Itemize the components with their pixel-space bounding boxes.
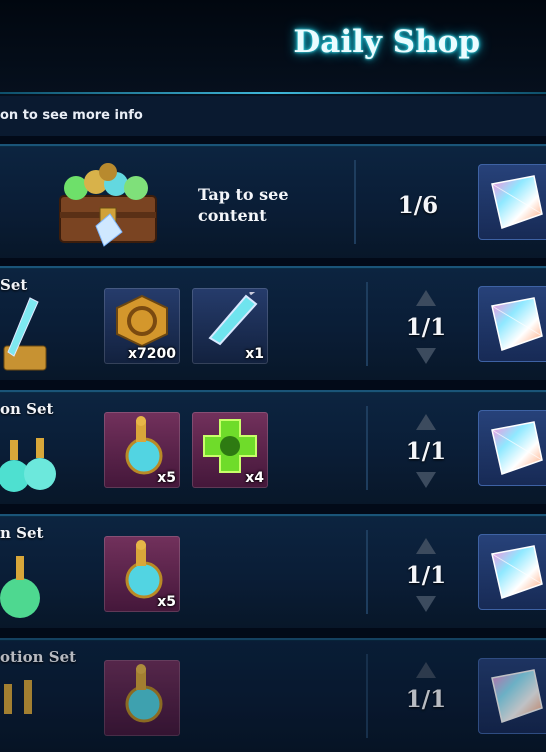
shop-row-set-4[interactable]: otion Set 1/1 (0, 638, 546, 752)
gold-emblem-icon (116, 294, 168, 348)
decrease-arrow[interactable] (416, 596, 436, 612)
shop-row-set-3[interactable]: n Set x5 1/1 (0, 514, 546, 628)
rainbow-crystal-icon (491, 545, 543, 599)
tap-to-see-content: Tap to see content (198, 185, 289, 225)
bundle-preview-icon (0, 438, 56, 492)
decrease-arrow[interactable] (416, 472, 436, 488)
increase-arrow[interactable] (416, 414, 436, 430)
increase-arrow[interactable] (416, 290, 436, 306)
item-quantity: x7200 (128, 346, 176, 362)
shop-row-set-1[interactable]: Set x7200 x1 1/1 (0, 266, 546, 380)
purchase-count: 1/1 (405, 438, 447, 465)
row-title: n Set (0, 524, 44, 542)
row-title: on Set (0, 400, 54, 418)
buy-button[interactable] (478, 286, 546, 362)
purchase-count: 1/1 (405, 314, 447, 341)
green-cross-icon (203, 419, 257, 473)
bundle-preview-icon (0, 556, 40, 618)
purchase-count: 1/1 (405, 562, 447, 589)
row-divider (366, 406, 368, 490)
item-slot[interactable] (104, 660, 180, 736)
crystal-syringe-icon (208, 292, 258, 346)
row-divider (366, 654, 368, 738)
item-slot[interactable]: x5 (104, 536, 180, 612)
purchase-count: 1/6 (397, 192, 439, 219)
item-slot[interactable]: x5 (104, 412, 180, 488)
bundle-preview-icon (4, 680, 32, 714)
treasure-chest-icon (59, 163, 157, 247)
shop-row-chest[interactable]: Tap to see content 1/6 (0, 144, 546, 258)
potion-flask-icon (125, 540, 163, 599)
rainbow-crystal-icon (491, 297, 543, 351)
header-divider (0, 92, 546, 94)
buy-button[interactable] (478, 410, 546, 486)
row-title: Set (0, 276, 28, 294)
row-title: otion Set (0, 648, 77, 666)
hint-text: on to see more info (0, 108, 143, 123)
increase-arrow[interactable] (416, 662, 436, 678)
buy-button[interactable] (478, 658, 546, 734)
purchase-count: 1/1 (405, 686, 447, 713)
item-quantity: x1 (245, 346, 264, 362)
potion-flask-icon (125, 416, 163, 475)
row-divider (366, 530, 368, 614)
rainbow-crystal-icon (491, 669, 543, 723)
item-quantity: x4 (245, 470, 264, 486)
bundle-preview-icon (3, 297, 47, 371)
shop-row-set-2[interactable]: on Set x5 x4 1/1 (0, 390, 546, 504)
item-slot[interactable]: x7200 (104, 288, 180, 364)
item-slot[interactable]: x1 (192, 288, 268, 364)
buy-button[interactable] (478, 534, 546, 610)
rainbow-crystal-icon (491, 421, 543, 475)
buy-button[interactable] (478, 164, 546, 240)
header-bar: Daily Shop (0, 0, 546, 96)
potion-flask-icon (125, 664, 163, 723)
item-quantity: x5 (157, 470, 176, 486)
decrease-arrow[interactable] (416, 348, 436, 364)
page-title: Daily Shop (293, 24, 480, 60)
row-divider (354, 160, 356, 244)
row-divider (366, 282, 368, 366)
increase-arrow[interactable] (416, 538, 436, 554)
item-quantity: x5 (157, 594, 176, 610)
item-slot[interactable]: x4 (192, 412, 268, 488)
rainbow-crystal-icon (491, 175, 543, 229)
